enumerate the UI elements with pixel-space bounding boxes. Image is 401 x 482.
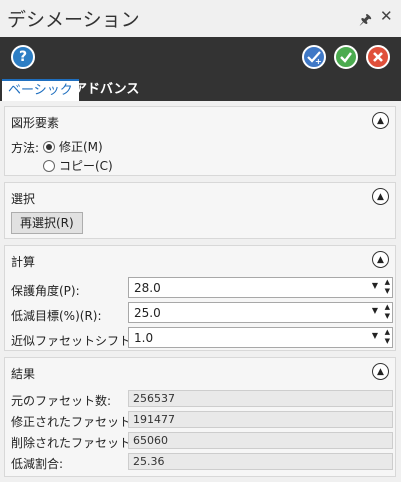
cancel-icon[interactable] [366,45,390,69]
collapse-icon[interactable]: ▲ [372,251,389,268]
facet-shift-value: 1.0 [134,331,154,345]
section-title-shape: 図形要素 [11,116,60,130]
protect-angle-input[interactable]: 28.0 ▼ ▲ ▼ [128,277,393,298]
title-bar: デシメーション 🖈 ✕ [0,0,401,37]
deleted-facets-field: 65060 [128,432,393,449]
section-title-results: 結果 [11,367,36,381]
protect-angle-label: 保護角度(P): [11,284,80,298]
original-facets-label: 元のファセット数: [11,394,112,408]
protect-angle-value: 28.0 [134,281,161,295]
pin-icon[interactable]: 🖈 [359,9,372,33]
radio-checked-icon [43,140,55,153]
help-button[interactable]: ? [11,45,35,69]
facet-shift-input[interactable]: 1.0 ▼ ▲ ▼ [128,327,393,348]
original-facets-field: 256537 [128,390,393,407]
window-title: デシメーション [7,9,140,31]
apply-add-icon[interactable]: + [302,45,326,69]
radio-unchecked-icon [43,159,55,172]
radio-copy[interactable]: コピー(C) [43,157,113,174]
section-title-calculation: 計算 [11,255,36,269]
dropdown-arrow-icon[interactable]: ▼ [372,331,378,340]
selection-section: 選択 ▲ 再選択(R) [4,182,396,239]
radio-modify[interactable]: 修正(M) [43,138,103,155]
reduction-target-value: 25.0 [134,306,161,320]
collapse-icon[interactable]: ▲ [372,112,389,129]
reduction-ratio-field: 25.36 [128,453,393,470]
results-section: 結果 ▲ 元のファセット数: 256537 修正されたファセット数: 19147… [4,357,396,477]
toolbar: ? + [0,37,401,78]
spinner-icon[interactable]: ▲ ▼ [385,303,390,321]
modified-facets-value: 191477 [133,413,175,426]
deleted-facets-value: 65060 [133,434,168,447]
dropdown-arrow-icon[interactable]: ▼ [372,281,378,290]
deleted-facets-label: 削除されたファセット: [11,436,136,450]
reselect-button[interactable]: 再選択(R) [11,212,83,234]
reduction-ratio-label: 低減割合: [11,457,64,471]
spinner-icon[interactable]: ▲ ▼ [385,278,390,296]
facet-shift-label: 近似ファセットシフト: [11,334,136,348]
reduction-target-input[interactable]: 25.0 ▼ ▲ ▼ [128,302,393,323]
shape-section: 図形要素 ▲ 方法: 修正(M) コピー(C) [4,106,396,176]
radio-copy-label: コピー(C) [59,159,113,173]
modified-facets-label: 修正されたファセット数: [11,415,148,429]
calculation-section: 計算 ▲ 保護角度(P): 28.0 ▼ ▲ ▼ 低減目標(%)(R): 25.0… [4,245,396,351]
modified-facets-field: 191477 [128,411,393,428]
tab-bar: ベーシック アドバンス [0,78,401,101]
method-label: 方法: [11,141,40,155]
section-title-selection: 選択 [11,192,36,206]
collapse-icon[interactable]: ▲ [372,188,389,205]
dropdown-arrow-icon[interactable]: ▼ [372,306,378,315]
original-facets-value: 256537 [133,392,175,405]
collapse-icon[interactable]: ▲ [372,363,389,380]
reduction-target-label: 低減目標(%)(R): [11,309,102,323]
reduction-ratio-value: 25.36 [133,455,165,468]
svg-text:+: + [315,57,322,65]
check-icon[interactable] [334,45,358,69]
tab-advanced[interactable]: アドバンス [68,79,145,101]
radio-modify-label: 修正(M) [59,140,103,154]
spinner-icon[interactable]: ▲ ▼ [385,328,390,346]
close-icon[interactable]: ✕ [380,7,393,25]
